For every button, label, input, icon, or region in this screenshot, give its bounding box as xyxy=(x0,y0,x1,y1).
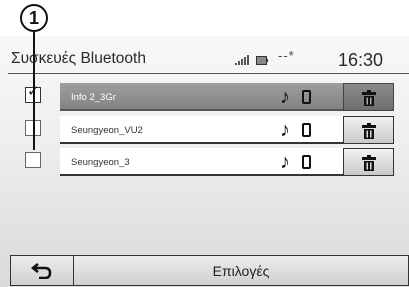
delete-device-button[interactable] xyxy=(343,116,394,144)
back-button[interactable] xyxy=(10,255,74,286)
device-list-item[interactable]: Seungyeon_VU2 ♪ xyxy=(60,116,394,144)
music-note-icon: ♪ xyxy=(280,119,290,141)
device-row-info-2-3gr[interactable]: ✓ Info 2_3Gr ♪ xyxy=(25,83,405,111)
page-title: Συσκευές Bluetooth xyxy=(11,50,146,67)
music-note-icon: ♪ xyxy=(280,151,290,173)
trash-icon xyxy=(362,123,376,139)
bottom-bar: Επιλογές xyxy=(0,255,409,287)
device-row-seungyeon-3[interactable]: Seungyeon_3 ♪ xyxy=(25,148,405,176)
bluetooth-status-indicator: --* xyxy=(278,48,295,63)
callout-line xyxy=(33,32,35,150)
phone-battery-icon xyxy=(256,56,268,65)
delete-device-button[interactable] xyxy=(343,148,394,176)
device-name: Seungyeon_VU2 xyxy=(71,125,143,136)
device-row-seungyeon-vu2[interactable]: Seungyeon_VU2 ♪ xyxy=(25,116,405,144)
phone-icon xyxy=(302,90,311,104)
trash-icon xyxy=(362,90,376,106)
title-divider xyxy=(8,73,409,74)
device-checkbox[interactable] xyxy=(25,152,41,168)
clock: 16:30 xyxy=(338,50,384,70)
options-button[interactable]: Επιλογές xyxy=(74,255,409,286)
music-note-icon: ♪ xyxy=(280,86,290,108)
signal-strength-icon xyxy=(235,55,249,65)
phone-icon xyxy=(302,155,311,169)
delete-device-button[interactable] xyxy=(343,83,394,111)
device-list-item[interactable]: Info 2_3Gr ♪ xyxy=(60,83,394,111)
device-list-item[interactable]: Seungyeon_3 ♪ xyxy=(60,148,394,176)
device-name: Info 2_3Gr xyxy=(71,92,116,103)
device-name: Seungyeon_3 xyxy=(71,157,130,168)
options-label: Επιλογές xyxy=(212,263,270,279)
back-arrow-icon xyxy=(31,263,52,279)
phone-icon xyxy=(302,123,311,137)
status-bar: Συσκευές Bluetooth --* 16:30 xyxy=(0,36,409,74)
bluetooth-devices-screen: Συσκευές Bluetooth --* 16:30 ✓ Info 2_3G… xyxy=(0,36,409,287)
trash-icon xyxy=(362,155,376,171)
callout-marker: 1 xyxy=(20,4,48,32)
